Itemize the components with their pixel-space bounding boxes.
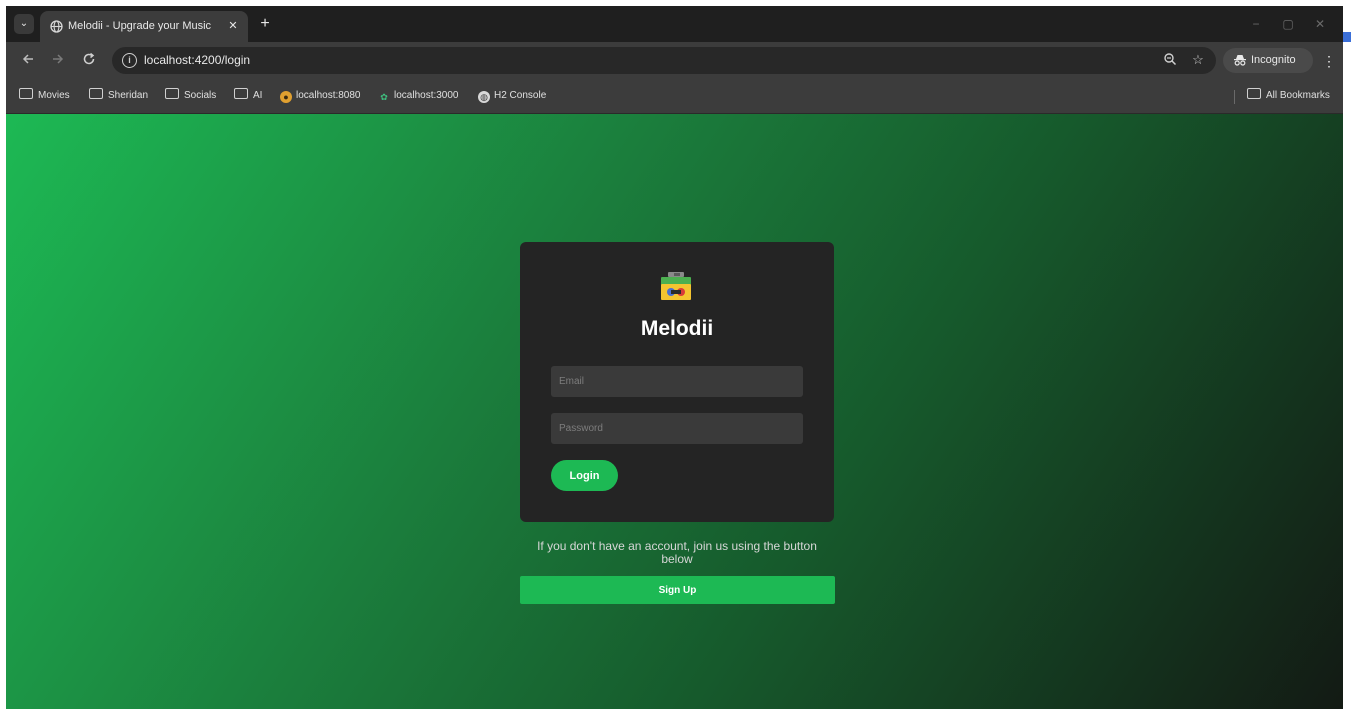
bookmark-label: AI xyxy=(253,90,263,101)
reload-icon[interactable] xyxy=(80,52,98,70)
info-icon[interactable]: i xyxy=(122,53,137,68)
jenkins-icon: ● xyxy=(280,91,292,103)
address-bar[interactable]: i localhost:4200/login ☆ xyxy=(112,47,1216,74)
bookmark-label: localhost:3000 xyxy=(394,90,459,101)
window-edge-accent xyxy=(1343,32,1351,42)
join-message: If you don't have an account, join us us… xyxy=(537,539,817,566)
bookmark-label: Sheridan xyxy=(108,90,149,101)
browser-toolbar: i localhost:4200/login ☆ Incognito ⋮ xyxy=(6,42,1343,80)
bookmark-divider xyxy=(1234,90,1235,104)
bookmark-folder-movies[interactable]: Movies xyxy=(19,88,70,104)
bookmark-folder-ai[interactable]: AI xyxy=(234,88,262,104)
brand-title: Melodii xyxy=(640,317,714,340)
signup-button[interactable]: Sign Up xyxy=(520,576,835,604)
bookmark-label: localhost:8080 xyxy=(296,90,361,101)
password-input[interactable] xyxy=(551,413,803,444)
bookmark-folder-sheridan[interactable]: Sheridan xyxy=(89,88,148,104)
chevron-down-icon: ⌄ xyxy=(19,18,29,29)
bookmarks-bar: Movies Sheridan Socials AI ● localhost:80… xyxy=(6,80,1343,114)
email-input[interactable] xyxy=(551,366,803,397)
folder-icon xyxy=(19,88,33,99)
close-icon[interactable]: ✕ xyxy=(226,19,240,33)
folder-icon xyxy=(89,88,103,99)
tab-melodii[interactable]: Melodii - Upgrade your Music ✕ xyxy=(40,11,248,42)
minimize-button[interactable]: − xyxy=(1246,16,1266,32)
globe-icon: ◍ xyxy=(478,91,490,103)
folder-icon xyxy=(165,88,179,99)
new-tab-button[interactable]: + xyxy=(256,15,274,33)
back-arrow-icon[interactable] xyxy=(19,52,37,70)
incognito-badge[interactable]: Incognito xyxy=(1223,48,1313,73)
folder-icon xyxy=(1247,88,1261,99)
login-card: Melodii Login xyxy=(520,242,834,522)
tab-search-button[interactable]: ⌄ xyxy=(14,14,34,34)
bookmark-folder-socials[interactable]: Socials xyxy=(165,88,216,104)
url-text[interactable]: localhost:4200/login xyxy=(144,53,250,69)
incognito-label: Incognito xyxy=(1251,54,1296,66)
bookmark-localhost-3000[interactable]: ✿ localhost:3000 xyxy=(378,88,459,104)
cassette-logo-icon xyxy=(658,270,694,306)
bookmark-localhost-8080[interactable]: ● localhost:8080 xyxy=(280,88,361,104)
bookmark-label: Socials xyxy=(184,90,217,101)
bookmark-h2-console[interactable]: ◍ H2 Console xyxy=(478,88,546,104)
bookmark-label: Movies xyxy=(38,90,70,101)
bookmark-label: All Bookmarks xyxy=(1266,90,1330,101)
folder-icon xyxy=(234,88,248,99)
zoom-icon[interactable] xyxy=(1162,52,1178,68)
maximize-button[interactable]: ▢ xyxy=(1278,16,1298,32)
tab-strip: ⌄ Melodii - Upgrade your Music ✕ + − ▢ ✕ xyxy=(6,6,1343,42)
leaf-icon: ✿ xyxy=(380,92,388,102)
bookmark-all-bookmarks[interactable]: All Bookmarks xyxy=(1247,88,1330,104)
browser-window: ⌄ Melodii - Upgrade your Music ✕ + − ▢ ✕… xyxy=(6,6,1343,709)
page-viewport: Melodii Login If you don't have an accou… xyxy=(6,114,1343,709)
forward-arrow-icon[interactable] xyxy=(49,52,67,70)
more-menu-icon[interactable]: ⋮ xyxy=(1322,52,1336,70)
globe-icon xyxy=(50,20,63,33)
login-button[interactable]: Login xyxy=(551,460,618,491)
close-window-button[interactable]: ✕ xyxy=(1310,16,1330,32)
tab-title: Melodii - Upgrade your Music xyxy=(68,20,212,32)
star-icon[interactable]: ☆ xyxy=(1190,52,1206,68)
incognito-icon xyxy=(1233,53,1247,67)
bookmark-label: H2 Console xyxy=(494,90,547,101)
